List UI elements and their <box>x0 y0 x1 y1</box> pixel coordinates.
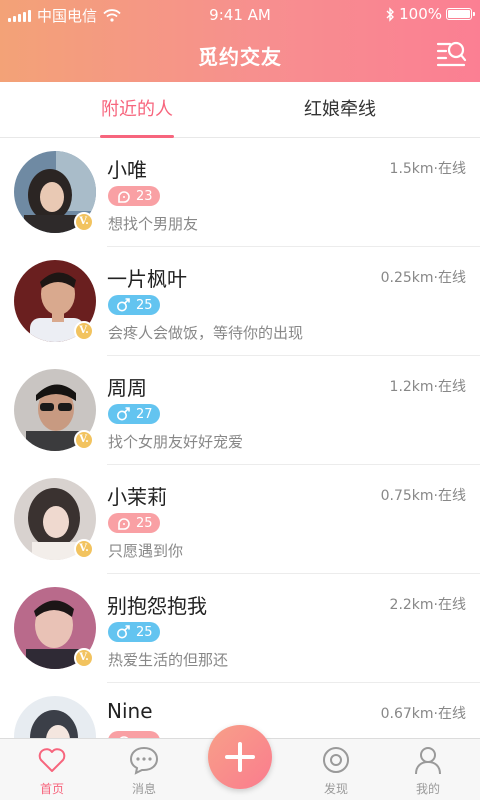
list-item[interactable]: V. 小茉莉 0.75km·在线 25 只愿遇到你 <box>0 465 480 574</box>
user-name: 周周 <box>107 376 147 400</box>
filter-search-icon[interactable] <box>436 38 468 70</box>
user-signature: 会疼人会做饭，等待你的出现 <box>108 324 304 342</box>
status-bar: 中国电信 9:41 AM 100% <box>0 0 480 30</box>
vip-badge: V. <box>74 648 94 668</box>
tab-bar: 附近的人 红娘牵线 <box>0 82 480 138</box>
person-icon <box>415 747 441 775</box>
nav-discover-label: 发现 <box>323 782 348 796</box>
bluetooth-icon <box>386 6 395 22</box>
header: 中国电信 9:41 AM 100% 觅约交友 <box>0 0 480 82</box>
user-name: 一片枫叶 <box>107 267 187 291</box>
heart-icon <box>38 748 66 772</box>
vip-badge: V. <box>74 321 94 341</box>
list-item[interactable]: V. 周周 1.2km·在线 27 找个女朋友好好宠爱 <box>0 356 480 465</box>
user-age: 23 <box>136 188 153 204</box>
nav-home-label: 首页 <box>39 782 64 796</box>
user-list: V. 小唯 1.5km·在线 23 想找个男朋友 V. 一片枫叶 0.25km·… <box>0 138 480 738</box>
tab-matchmaker-label: 红娘牵线 <box>304 99 376 120</box>
user-age: 25 <box>136 624 153 640</box>
nav-home[interactable]: 首页 <box>4 739 100 800</box>
user-distance: 0.75km·在线 <box>380 488 466 504</box>
user-distance: 1.2km·在线 <box>389 379 466 395</box>
user-name: 别抱怨抱我 <box>107 594 207 618</box>
tab-matchmaker[interactable]: 红娘牵线 <box>220 82 460 138</box>
vip-badge: V. <box>74 212 94 232</box>
nav-messages[interactable]: 消息 <box>96 739 192 800</box>
gender-age-badge: 23 <box>108 186 160 206</box>
list-item[interactable]: V. 别抱怨抱我 2.2km·在线 25 热爱生活的但那还 <box>0 574 480 683</box>
user-age: 25 <box>136 297 153 313</box>
battery-percent: 100% <box>399 5 442 23</box>
nav-profile-label: 我的 <box>415 782 440 796</box>
gender-age-badge: 25 <box>108 622 160 642</box>
female-icon <box>118 191 130 203</box>
user-distance: 0.67km·在线 <box>380 706 466 722</box>
user-age: 27 <box>136 406 153 422</box>
gender-age-badge: 25 <box>108 513 160 533</box>
vip-badge: V. <box>74 430 94 450</box>
male-icon <box>117 298 130 312</box>
battery-icon <box>446 8 475 20</box>
user-distance: 1.5km·在线 <box>389 161 466 177</box>
bottom-nav: 首页 消息 发现 我的 <box>0 725 480 800</box>
gender-age-badge: 27 <box>108 404 160 424</box>
user-signature: 热爱生活的但那还 <box>108 651 229 669</box>
page-title: 觅约交友 <box>198 45 282 69</box>
nav-profile[interactable]: 我的 <box>380 739 476 800</box>
male-icon <box>117 407 130 421</box>
avatar[interactable] <box>14 696 96 738</box>
user-signature: 只愿遇到你 <box>108 542 184 560</box>
user-name: 小茉莉 <box>107 485 167 509</box>
gender-age-badge: 25 <box>108 295 160 315</box>
user-signature: 想找个男朋友 <box>108 215 199 233</box>
chat-bubble-icon <box>129 746 159 775</box>
user-distance: 2.2km·在线 <box>389 597 466 613</box>
user-name: 小唯 <box>107 158 147 182</box>
list-item[interactable]: V. 一片枫叶 0.25km·在线 25 会疼人会做饭，等待你的出现 <box>0 247 480 356</box>
discover-icon <box>323 747 349 773</box>
nav-discover[interactable]: 发现 <box>288 739 384 800</box>
nav-messages-label: 消息 <box>131 782 156 796</box>
tab-nearby-label: 附近的人 <box>101 99 173 120</box>
list-item[interactable]: V. 小唯 1.5km·在线 23 想找个男朋友 <box>0 138 480 247</box>
title-bar: 觅约交友 <box>0 30 480 82</box>
user-distance: 0.25km·在线 <box>380 270 466 286</box>
female-icon <box>118 518 130 530</box>
add-post-button[interactable] <box>208 725 272 789</box>
gender-age-badge <box>108 731 160 738</box>
user-signature: 找个女朋友好好宠爱 <box>108 433 244 451</box>
male-icon <box>117 625 130 639</box>
vip-badge: V. <box>74 539 94 559</box>
user-name: Nine <box>107 699 153 723</box>
user-age: 25 <box>136 515 153 531</box>
